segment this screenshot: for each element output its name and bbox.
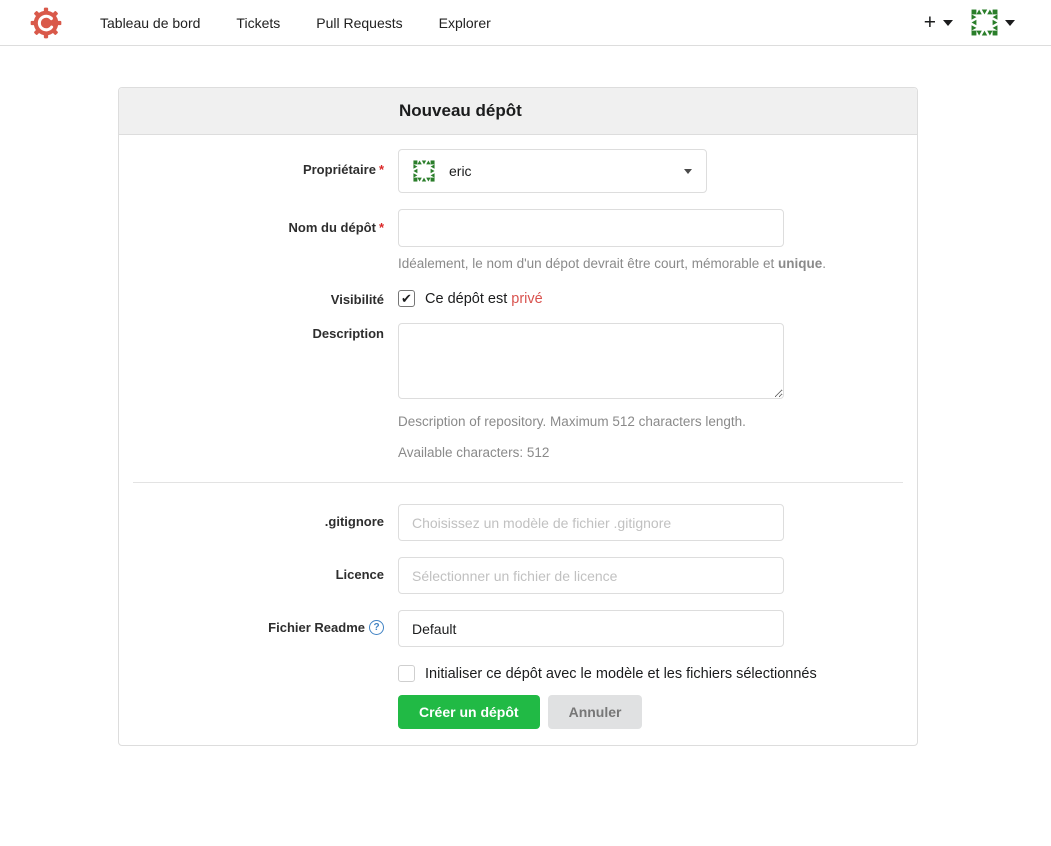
plus-icon: + bbox=[924, 12, 936, 33]
private-checkbox-label: Ce dépôt est privé bbox=[425, 291, 543, 307]
required-asterisk: * bbox=[379, 162, 384, 177]
available-characters: Available characters: 512 bbox=[398, 445, 903, 460]
create-repo-button[interactable]: Créer un dépôt bbox=[398, 695, 540, 729]
description-help: Description of repository. Maximum 512 c… bbox=[398, 414, 903, 429]
user-avatar bbox=[971, 9, 998, 36]
nav-menu: Tableau de bord Tickets Pull Requests Ex… bbox=[82, 0, 509, 45]
license-label: Licence bbox=[133, 557, 398, 594]
license-input[interactable] bbox=[398, 557, 784, 594]
visibility-label: Visibilité bbox=[133, 288, 398, 307]
cancel-button[interactable]: Annuler bbox=[548, 695, 643, 729]
chevron-down-icon bbox=[1005, 20, 1015, 26]
private-highlight: privé bbox=[511, 291, 542, 307]
owner-avatar bbox=[413, 160, 435, 182]
description-textarea[interactable] bbox=[398, 323, 784, 399]
required-asterisk: * bbox=[379, 220, 384, 235]
repo-name-label: Nom du dépôt* bbox=[133, 209, 398, 271]
gitignore-label: .gitignore bbox=[133, 504, 398, 541]
section-divider bbox=[133, 482, 903, 483]
repo-name-input[interactable] bbox=[398, 209, 784, 247]
help-icon[interactable]: ? bbox=[369, 620, 384, 635]
chevron-down-icon bbox=[684, 169, 692, 174]
user-menu-dropdown[interactable] bbox=[965, 5, 1021, 40]
owner-label: Propriétaire* bbox=[133, 149, 398, 193]
repo-name-help: Idéalement, le nom d'un dépot devrait êt… bbox=[398, 256, 903, 271]
readme-label: Fichier Readme? bbox=[133, 610, 398, 647]
top-navbar: Tableau de bord Tickets Pull Requests Ex… bbox=[0, 0, 1051, 46]
nav-item-explore[interactable]: Explorer bbox=[421, 0, 509, 45]
new-repo-form-panel: Nouveau dépôt Propriétaire* bbox=[118, 87, 918, 746]
form-title: Nouveau dépôt bbox=[119, 88, 917, 135]
gitignore-input[interactable] bbox=[398, 504, 784, 541]
init-repo-checkbox[interactable] bbox=[398, 665, 415, 682]
nav-right-section: + bbox=[918, 5, 1021, 40]
gitea-logo[interactable] bbox=[30, 7, 62, 39]
readme-input[interactable] bbox=[398, 610, 784, 647]
nav-item-pull-requests[interactable]: Pull Requests bbox=[298, 0, 420, 45]
create-new-dropdown[interactable]: + bbox=[918, 8, 959, 37]
nav-item-issues[interactable]: Tickets bbox=[218, 0, 298, 45]
nav-item-dashboard[interactable]: Tableau de bord bbox=[82, 0, 218, 45]
private-checkbox[interactable]: ✔ bbox=[398, 290, 415, 307]
chevron-down-icon bbox=[943, 20, 953, 26]
init-repo-checkbox-label: Initialiser ce dépôt avec le modèle et l… bbox=[425, 666, 817, 682]
owner-dropdown[interactable]: eric bbox=[398, 149, 707, 193]
description-label: Description bbox=[133, 323, 398, 460]
owner-selected-value: eric bbox=[449, 163, 684, 179]
